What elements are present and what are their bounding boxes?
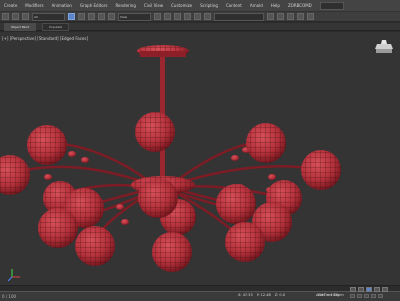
x-coordinate[interactable]: X: 47.53	[238, 293, 253, 297]
move-icon[interactable]	[88, 13, 95, 20]
menu-search-field[interactable]	[319, 1, 344, 10]
selection-filter[interactable]: All	[32, 12, 65, 21]
tab-populate[interactable]: Populate	[42, 22, 70, 31]
maximize-viewport-icon[interactable]	[378, 294, 383, 298]
play-icon[interactable]	[366, 287, 372, 292]
main-toolbar: All View	[0, 12, 400, 22]
add-time-tag[interactable]: Add Time Tag	[316, 293, 340, 297]
goto-start-icon[interactable]	[350, 287, 356, 292]
chandelier-model[interactable]	[0, 32, 400, 285]
frame-counter: 0 / 100	[2, 294, 17, 299]
snap-icon[interactable]	[164, 13, 171, 20]
menu-modifiers[interactable]: Modifiers	[21, 3, 47, 8]
z-coordinate[interactable]: Z: 0.0	[275, 293, 285, 297]
select-icon[interactable]	[68, 13, 75, 20]
next-frame-icon[interactable]	[374, 287, 380, 292]
scale-icon[interactable]	[108, 13, 115, 20]
menu-graph-editors[interactable]: Graph Editors	[76, 3, 111, 8]
time-slider[interactable]	[0, 286, 400, 292]
zoom-icon[interactable]	[350, 294, 355, 298]
viewport-navigation	[350, 294, 383, 298]
mirror-icon[interactable]	[194, 13, 201, 20]
curve-editor-icon[interactable]	[277, 13, 284, 20]
perspective-viewport[interactable]: [+] [Perspective] [Standard] [Edged Face…	[0, 32, 400, 285]
menu-rendering[interactable]: Rendering	[111, 3, 139, 8]
render-setup-icon[interactable]	[297, 13, 304, 20]
named-selection-set[interactable]	[214, 12, 264, 21]
axis-tripod	[7, 269, 20, 282]
pan-icon[interactable]	[371, 294, 376, 298]
ribbon-tabs: Object Paint Populate	[0, 22, 400, 31]
zoom-all-icon[interactable]	[357, 294, 362, 298]
globe-spheres	[0, 112, 341, 272]
menu-arnold[interactable]: Arnold	[246, 3, 267, 8]
pivot-icon[interactable]	[154, 13, 161, 20]
menu-customize[interactable]: Customize	[167, 3, 196, 8]
prev-frame-icon[interactable]	[358, 287, 364, 292]
select-region-icon[interactable]	[78, 13, 85, 20]
menu-civil-view[interactable]: Civil View	[140, 3, 167, 8]
layer-icon[interactable]	[267, 13, 274, 20]
menu-bar: Create Modifiers Animation Graph Editors…	[0, 0, 400, 12]
angle-snap-icon[interactable]	[174, 13, 181, 20]
align-icon[interactable]	[204, 13, 211, 20]
status-bar: 0 / 100 X: 47.53 Y: 12.48 Z: 0.0 Grid = …	[0, 285, 400, 301]
orbit-icon[interactable]	[364, 294, 369, 298]
percent-snap-icon[interactable]	[184, 13, 191, 20]
menu-animation[interactable]: Animation	[48, 3, 76, 8]
render-icon[interactable]	[307, 13, 314, 20]
redo-icon[interactable]	[12, 13, 19, 20]
tab-object-paint[interactable]: Object Paint	[4, 22, 37, 31]
menu-scripting[interactable]: Scripting	[196, 3, 222, 8]
reference-coord-select[interactable]: View	[118, 12, 151, 21]
menu-help[interactable]: Help	[267, 3, 284, 8]
ceiling-canopy	[137, 45, 189, 182]
undo-icon[interactable]	[2, 13, 9, 20]
goto-end-icon[interactable]	[382, 287, 388, 292]
y-coordinate[interactable]: Y: 12.48	[257, 293, 271, 297]
link-icon[interactable]	[22, 13, 29, 20]
material-editor-icon[interactable]	[287, 13, 294, 20]
menu-zorbcomd[interactable]: ZORBCOMD	[284, 3, 316, 8]
menu-content[interactable]: Content	[222, 3, 246, 8]
playback-controls	[350, 287, 388, 292]
coordinate-display: X: 47.53 Y: 12.48 Z: 0.0	[238, 293, 285, 297]
menu-create[interactable]: Create	[0, 3, 21, 8]
rotate-icon[interactable]	[98, 13, 105, 20]
